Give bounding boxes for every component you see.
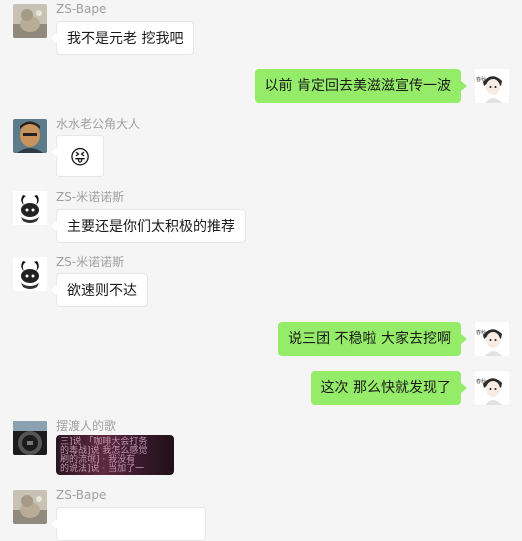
seal-stamp: 春秋 <box>476 77 487 83</box>
monster-logo-avatar[interactable] <box>13 191 47 225</box>
sender-name: 水水老公角大人 <box>56 117 141 131</box>
sender-name: ZS-米诺诺斯 <box>56 255 125 269</box>
sender-name: 摆渡人的歌 <box>56 419 117 433</box>
grinning-squint-emoji: 😝 <box>69 145 91 169</box>
emoji-bubble[interactable]: 😝 <box>51 135 104 177</box>
anime-character-avatar[interactable]: 春秋 <box>475 371 509 405</box>
message-bubble[interactable]: 这次 那么快就发现了 <box>310 371 468 405</box>
message-bubble[interactable]: 欲速则不达 <box>51 273 148 307</box>
cat-photo-avatar[interactable] <box>13 490 47 524</box>
monster-logo-avatar[interactable] <box>13 257 47 291</box>
sender-name: ZS-Bape <box>56 488 107 502</box>
seal-stamp: 春秋 <box>476 330 487 336</box>
message-bubble[interactable]: 说三团 不稳啦 大家去挖啊 <box>278 322 467 356</box>
cat-photo-avatar[interactable] <box>13 4 47 38</box>
message-bubble[interactable] <box>51 507 206 541</box>
man-photo-avatar[interactable] <box>13 119 47 153</box>
sender-name: ZS-米诺诺斯 <box>56 190 125 204</box>
image-message[interactable]: 三]说 「咖啡大会打务 的毒战]说 我怎么感觉 刷的流氓] · 我没有 的说法]… <box>56 435 174 475</box>
chat-message-list[interactable]: ZS-Bape 我不是元老 挖我吧 以前 肯定回去美滋滋宣传一波 春秋 水水老公… <box>0 0 522 541</box>
seal-stamp: 春秋 <box>476 379 487 385</box>
message-bubble[interactable]: 主要还是你们太积极的推荐 <box>51 209 246 243</box>
message-bubble[interactable]: 我不是元老 挖我吧 <box>50 21 195 55</box>
car-interior-avatar[interactable] <box>13 421 47 455</box>
anime-character-avatar[interactable]: 春秋 <box>475 322 509 356</box>
message-bubble[interactable]: 以前 肯定回去美滋滋宣传一波 <box>254 69 468 103</box>
sender-name: ZS-Bape <box>56 2 107 16</box>
image-caption-line: 的说法]说 · 当加了一 <box>60 464 145 474</box>
anime-character-avatar[interactable]: 春秋 <box>475 69 509 103</box>
